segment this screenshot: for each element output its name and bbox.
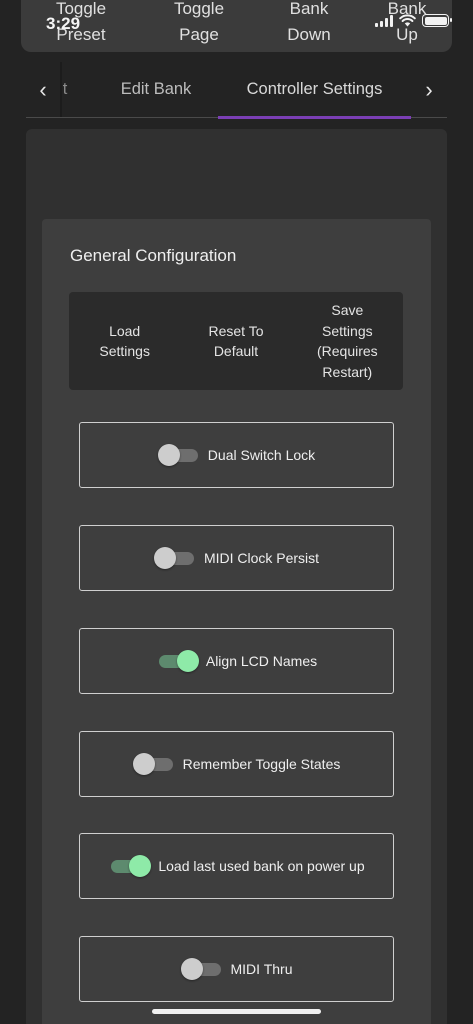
align-lcd-names-toggle[interactable] xyxy=(156,650,199,672)
action-label: Save xyxy=(331,302,364,318)
midi-clock-persist-toggle[interactable] xyxy=(153,547,194,569)
setting-dual-switch-lock: Dual Switch Lock xyxy=(79,422,394,488)
chevron-left-icon[interactable]: ‹ xyxy=(26,62,62,117)
reset-to-default-button[interactable]: Reset To Default xyxy=(180,321,291,362)
setting-label: Load last used bank on power up xyxy=(158,858,365,874)
setting-label: MIDI Clock Persist xyxy=(203,550,320,566)
setting-label: Dual Switch Lock xyxy=(207,447,316,463)
setting-label: Align LCD Names xyxy=(205,653,318,669)
config-actions: Load Settings Reset To Default Save Sett… xyxy=(69,292,403,390)
toggle-page-label-1: Toggle xyxy=(173,0,225,18)
action-label: Restart) xyxy=(322,363,373,380)
bank-down-label-1: Bank xyxy=(289,0,329,18)
chevron-right-icon[interactable]: › xyxy=(411,62,447,117)
tab-bar: ‹ t Edit Bank Controller Settings › xyxy=(26,62,447,119)
wifi-icon xyxy=(399,14,416,27)
setting-midi-clock-persist: MIDI Clock Persist xyxy=(79,525,394,591)
general-configuration-card: General Configuration Load Settings Rese… xyxy=(42,219,431,1024)
battery-icon xyxy=(422,14,452,27)
bank-down-label-2: Down xyxy=(287,25,331,44)
status-icons xyxy=(375,14,452,27)
midi-thru-toggle[interactable] xyxy=(180,958,221,980)
action-label: (Requires xyxy=(316,343,378,359)
home-indicator xyxy=(152,1009,321,1014)
status-time: 3:29 xyxy=(46,14,81,33)
setting-load-last-bank: Load last used bank on power up xyxy=(79,833,394,899)
settings-panel: General Configuration Load Settings Rese… xyxy=(26,129,447,1024)
bank-down-button[interactable]: Bank Down xyxy=(259,0,359,48)
action-label: Load xyxy=(109,322,141,339)
save-settings-button[interactable]: Save Settings (Requires Restart) xyxy=(292,300,403,382)
dual-switch-lock-toggle[interactable] xyxy=(157,444,198,466)
setting-remember-toggle-states: Remember Toggle States xyxy=(79,731,394,797)
setting-align-lcd-names: Align LCD Names xyxy=(79,628,394,694)
tab-controller-settings[interactable]: Controller Settings xyxy=(218,62,411,119)
action-label: Reset To xyxy=(208,322,264,339)
action-label: Settings xyxy=(99,343,150,359)
remember-toggle-states-toggle[interactable] xyxy=(132,753,173,775)
action-label: Settings xyxy=(322,322,373,339)
cellular-signal-icon xyxy=(375,14,393,27)
setting-label: MIDI Thru xyxy=(230,961,293,977)
section-title: General Configuration xyxy=(70,246,237,265)
tab-partial[interactable]: t xyxy=(58,62,72,117)
load-settings-button[interactable]: Load Settings xyxy=(69,321,180,362)
action-label: Default xyxy=(213,343,259,359)
toggle-page-button[interactable]: Toggle Page xyxy=(149,0,249,48)
setting-label: Remember Toggle States xyxy=(182,756,341,772)
tab-edit-bank[interactable]: Edit Bank xyxy=(110,62,202,117)
setting-midi-thru: MIDI Thru xyxy=(79,936,394,1002)
load-last-bank-toggle[interactable] xyxy=(108,855,152,877)
toggle-page-label-2: Page xyxy=(179,25,219,44)
